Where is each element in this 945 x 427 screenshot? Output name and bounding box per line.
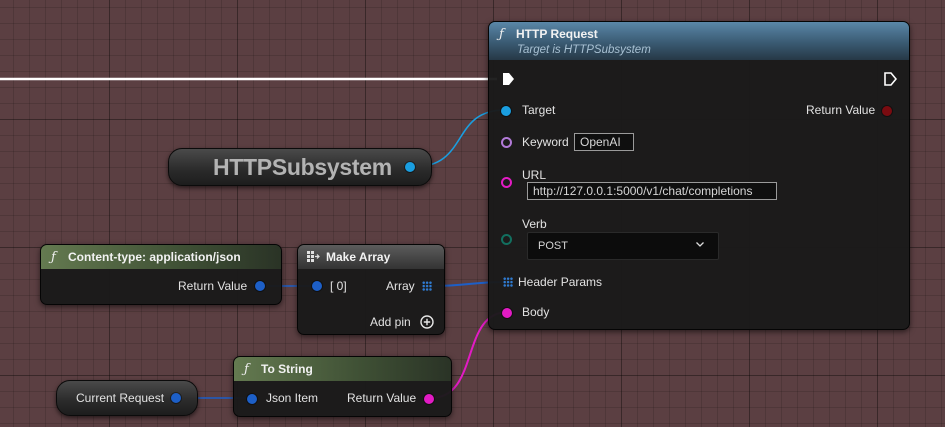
node-title: Make Array — [326, 250, 391, 264]
http-subsystem-label: HTTPSubsystem — [213, 154, 392, 180]
keyword-label: Keyword — [522, 135, 569, 149]
current-request-node[interactable]: Current Request — [56, 380, 198, 416]
target-label: Target — [522, 103, 556, 117]
return-value-pin-icon[interactable] — [424, 394, 434, 404]
node-header: ƒ To String — [234, 357, 451, 381]
array-label: Array — [386, 279, 415, 293]
array-pin-icon[interactable] — [422, 281, 432, 291]
verb-dropdown[interactable]: POST — [527, 232, 719, 260]
content-type-node[interactable]: ƒ Content-type: application/json Return V… — [40, 244, 282, 305]
make-array-node[interactable]: Make Array [ 0] Array Add pin — [297, 244, 445, 335]
index-0-pin-icon[interactable] — [312, 281, 322, 291]
verb-label: Verb — [522, 217, 547, 231]
keyword-pin-icon[interactable] — [501, 137, 512, 148]
url-pin-icon[interactable] — [501, 177, 512, 188]
target-pin-icon[interactable] — [501, 106, 511, 116]
http-subsystem-node[interactable]: HTTPSubsystem — [168, 148, 432, 186]
node-header: ƒ HTTP Request Target is HTTPSubsystem — [489, 22, 909, 60]
verb-pin-icon[interactable] — [501, 234, 512, 245]
return-value-pin-icon[interactable] — [255, 281, 265, 291]
verb-selected-value: POST — [538, 240, 568, 252]
to-string-node[interactable]: ƒ To String Json Item Return Value — [233, 356, 452, 417]
header-params-label: Header Params — [518, 275, 603, 289]
current-request-pin-icon[interactable] — [171, 393, 181, 403]
function-icon: ƒ — [244, 362, 249, 377]
return-value-label: Return Value — [806, 103, 876, 117]
node-header: Make Array — [298, 245, 444, 269]
chevron-down-icon — [696, 242, 704, 247]
url-input[interactable]: http://127.0.0.1:5000/v1/chat/completion… — [527, 182, 777, 200]
node-title: To String — [261, 362, 313, 376]
node-header: ƒ Content-type: application/json — [41, 245, 281, 269]
node-title: Content-type: application/json — [68, 250, 241, 264]
keyword-input[interactable]: OpenAI — [574, 133, 634, 151]
exec-in-pin-icon[interactable] — [501, 72, 515, 86]
add-pin-plus-icon[interactable] — [420, 315, 434, 329]
add-pin-label[interactable]: Add pin — [370, 315, 411, 329]
function-icon: ƒ — [499, 27, 504, 42]
http-request-node[interactable]: ƒ HTTP Request Target is HTTPSubsystem Ta… — [488, 21, 910, 330]
header-params-pin-icon[interactable] — [503, 277, 513, 287]
http-subsystem-pin-icon[interactable] — [405, 162, 415, 172]
return-value-label: Return Value — [347, 391, 417, 405]
json-item-label: Json Item — [266, 391, 319, 405]
function-icon: ƒ — [51, 250, 56, 265]
exec-out-pin-icon[interactable] — [883, 72, 897, 86]
return-value-pin-icon[interactable] — [882, 106, 892, 116]
return-value-label: Return Value — [178, 279, 248, 293]
make-array-icon — [307, 251, 320, 262]
body-pin-icon[interactable] — [502, 308, 512, 318]
url-label: URL — [522, 168, 547, 182]
current-request-label: Current Request — [76, 391, 165, 405]
index-0-label: [ 0] — [330, 279, 347, 293]
body-label: Body — [522, 305, 550, 319]
node-subtitle: Target is HTTPSubsystem — [517, 44, 651, 56]
json-item-pin-icon[interactable] — [247, 394, 257, 404]
node-title: HTTP Request — [516, 27, 598, 41]
